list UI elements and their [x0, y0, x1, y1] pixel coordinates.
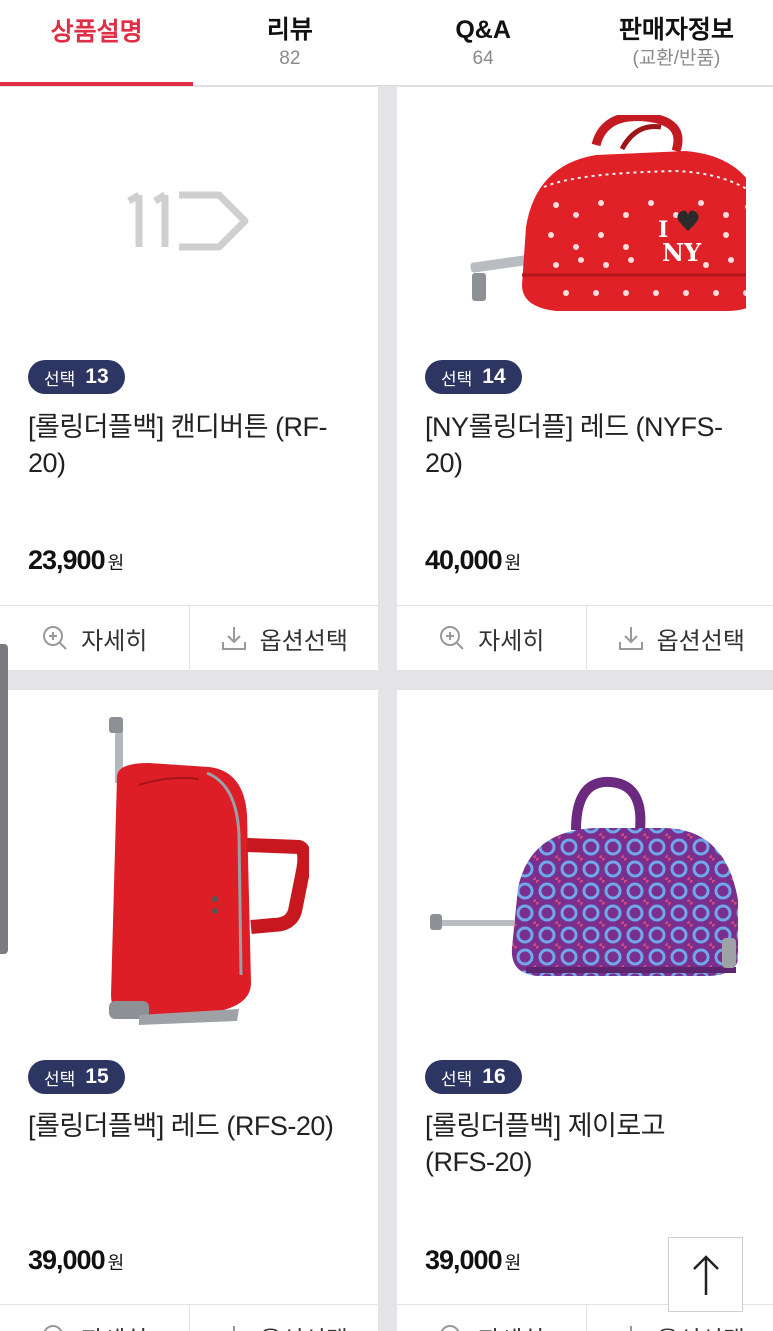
price-currency: 원: [107, 553, 125, 573]
option-label: 옵션선택: [259, 627, 348, 655]
option-select-button[interactable]: 옵션선택: [188, 1305, 379, 1331]
price-currency: 원: [504, 553, 522, 573]
badge-number: 15: [85, 1065, 109, 1088]
tab-qna[interactable]: Q&A 64: [387, 0, 580, 85]
download-icon: [232, 1326, 235, 1331]
detail-button[interactable]: 자세히: [397, 606, 586, 670]
purple-pattern-duffle-image: [430, 776, 738, 976]
price-currency: 원: [504, 1253, 522, 1273]
product-card[interactable]: 선택 13 [롤링더플백] 캔디버튼 (RF-20) 23,900 원 자세히 …: [0, 87, 378, 670]
red-polka-dot-duffle-image: I NY: [470, 114, 746, 311]
badge-label: 선택: [44, 1069, 76, 1089]
eleven-street-logo-icon: [127, 191, 249, 250]
download-icon: [221, 627, 246, 650]
badge-number: 14: [482, 365, 506, 388]
product-price: 39,000 원: [28, 1245, 124, 1276]
tab-seller-info[interactable]: 판매자정보 (교환/반품): [580, 0, 773, 85]
download-icon: [618, 627, 643, 650]
card-actions: 자세히 옵션선택: [0, 605, 378, 670]
option-badge: 선택 15: [28, 1060, 125, 1094]
option-badge: 선택 16: [425, 1060, 522, 1094]
tab-label: 상품설명: [50, 17, 143, 46]
product-image[interactable]: [397, 730, 773, 1030]
card-actions: 자세히 옵션선택: [0, 1304, 378, 1331]
detail-label: 자세히: [478, 1320, 544, 1331]
price-value: 23,900: [28, 545, 106, 575]
price-value: 39,000: [425, 1245, 503, 1275]
scroll-handle[interactable]: [0, 644, 8, 954]
product-title[interactable]: [롤링더플백] 레드 (RFS-20): [28, 1108, 338, 1144]
price-currency: 원: [107, 1253, 125, 1273]
badge-label: 선택: [441, 369, 473, 389]
option-select-button[interactable]: 옵션선택: [585, 606, 773, 670]
product-price: 23,900 원: [28, 545, 124, 576]
product-title[interactable]: [NY롤링더플] 레드 (NYFS-20): [425, 409, 735, 481]
detail-button[interactable]: 자세히: [397, 1305, 586, 1331]
download-icon: [629, 1326, 632, 1331]
arrow-up-icon: [692, 1254, 719, 1295]
detail-label: 자세히: [478, 627, 545, 655]
product-title[interactable]: [롤링더플백] 제이로고 (RFS-20): [425, 1108, 735, 1180]
product-price: 39,000 원: [425, 1245, 521, 1276]
option-label: 옵션선택: [657, 1320, 745, 1331]
tab-label: 판매자정보: [618, 15, 734, 44]
tab-count: 82: [279, 47, 301, 69]
option-label: 옵션선택: [656, 627, 745, 655]
tab-reviews[interactable]: 리뷰 82: [193, 0, 386, 85]
badge-number: 16: [482, 1065, 506, 1088]
zoom-in-icon: [440, 626, 464, 650]
product-price: 40,000 원: [425, 545, 521, 576]
tab-subtitle: (교환/반품): [632, 47, 721, 69]
tab-label: Q&A: [455, 15, 511, 44]
badge-number: 13: [85, 365, 109, 388]
product-tab-bar: 상품설명 리뷰 82 Q&A 64 판매자정보 (교환/반품): [0, 0, 773, 86]
tab-description[interactable]: 상품설명: [0, 0, 194, 86]
red-rolling-duffle-image: [109, 717, 309, 1025]
price-value: 40,000: [425, 545, 503, 575]
option-badge: 선택 14: [425, 360, 522, 394]
tab-count: 64: [472, 47, 494, 69]
product-card[interactable]: 선택 16 [롤링더플백] 제이로고 (RFS-20) 39,000 원 자세히…: [397, 690, 773, 1331]
detail-button[interactable]: 자세히: [0, 606, 189, 670]
price-value: 39,000: [28, 1245, 106, 1275]
product-card[interactable]: 선택 15 [롤링더플백] 레드 (RFS-20) 39,000 원 자세히 옵…: [0, 690, 378, 1331]
option-select-button[interactable]: 옵션선택: [188, 606, 379, 670]
zoom-in-icon: [43, 1325, 63, 1331]
product-image-placeholder[interactable]: [0, 87, 378, 352]
detail-button[interactable]: 자세히: [0, 1305, 189, 1331]
product-card[interactable]: I NY 선택 14 [NY롤링더플] 레드 (NYFS-20) 40,000 …: [397, 87, 773, 670]
badge-label: 선택: [44, 369, 76, 389]
zoom-in-icon: [43, 626, 67, 650]
detail-label: 자세히: [81, 1320, 147, 1331]
svg-text:NY: NY: [662, 238, 702, 267]
product-image[interactable]: I NY: [397, 87, 773, 352]
card-actions: 자세히 옵션선택: [397, 605, 773, 670]
option-badge: 선택 13: [28, 360, 125, 394]
badge-label: 선택: [441, 1069, 473, 1089]
zoom-in-icon: [440, 1325, 460, 1331]
product-image[interactable]: [0, 710, 378, 1040]
option-label: 옵션선택: [260, 1320, 348, 1331]
detail-label: 자세히: [81, 627, 148, 655]
scroll-to-top-button[interactable]: [668, 1237, 743, 1312]
product-title[interactable]: [롤링더플백] 캔디버튼 (RF-20): [28, 409, 338, 481]
tab-label: 리뷰: [266, 15, 313, 44]
